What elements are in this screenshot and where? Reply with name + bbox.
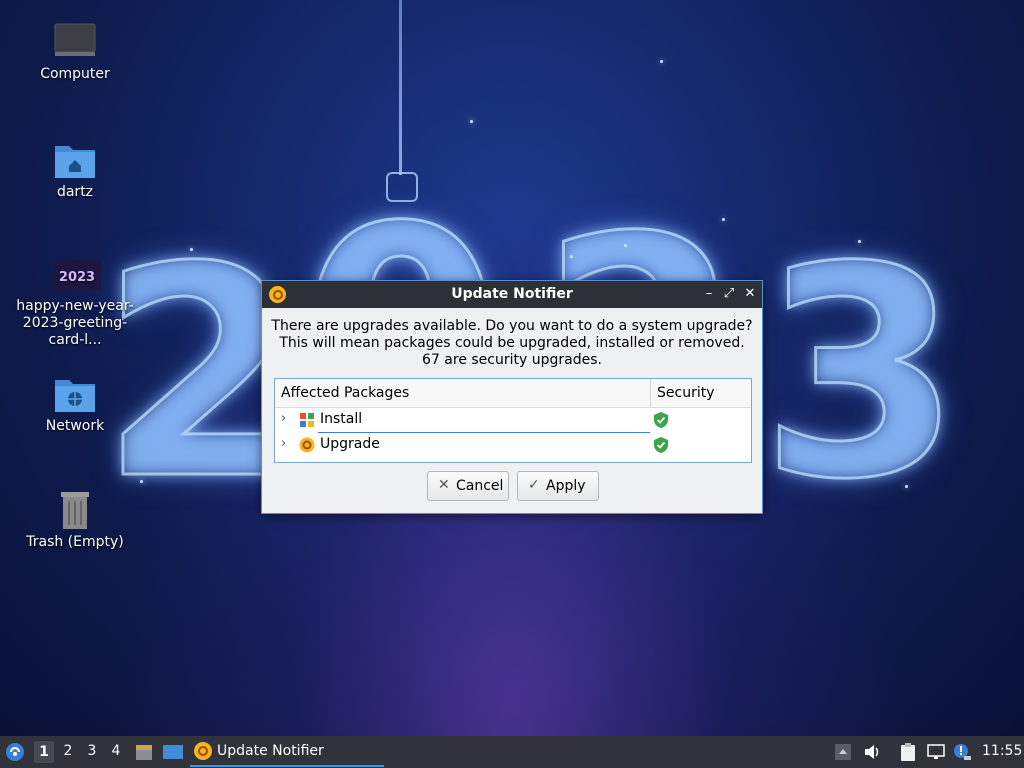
network-folder-icon xyxy=(53,374,97,414)
computer-icon xyxy=(53,22,97,62)
column-header-security[interactable]: Security xyxy=(657,385,715,401)
task-label: Update Notifier xyxy=(217,743,324,759)
desktop-icon-label: Trash (Empty) xyxy=(26,534,124,550)
sparkle xyxy=(190,248,193,251)
network-status-icon[interactable] xyxy=(926,742,946,762)
image-file-icon: 2023 xyxy=(53,258,101,294)
desktop-icon-trash[interactable]: Trash (Empty) xyxy=(10,490,140,551)
sparkle xyxy=(660,60,663,63)
clipboard-icon[interactable] xyxy=(898,742,918,762)
workspace-2[interactable]: 2 xyxy=(58,743,78,759)
desktop-icon-computer[interactable]: Computer xyxy=(10,22,140,83)
home-folder-icon xyxy=(53,140,97,180)
cancel-icon: ✕ xyxy=(438,477,450,493)
image-thumb-text: 2023 xyxy=(59,270,95,285)
minimize-button[interactable]: – xyxy=(700,285,718,303)
desktop-icon-image-file[interactable]: 2023 happy-new-year-2023-greeting-card-l… xyxy=(10,258,140,349)
maximize-button[interactable]: ⤢ xyxy=(720,285,738,303)
column-header-packages[interactable]: Affected Packages xyxy=(281,385,409,401)
taskbar-task-update-notifier[interactable]: Update Notifier xyxy=(190,739,384,767)
cancel-label: Cancel xyxy=(456,478,504,494)
workspace-1[interactable]: 1 xyxy=(34,741,54,763)
desktop-icon-network[interactable]: Network xyxy=(10,374,140,435)
sparkle xyxy=(570,255,573,258)
expand-arrow-icon[interactable]: › xyxy=(281,436,286,451)
sparkle xyxy=(470,120,473,123)
trash-icon xyxy=(53,490,97,530)
expand-arrow-icon[interactable]: › xyxy=(281,411,286,426)
workspace-4[interactable]: 4 xyxy=(106,743,126,759)
install-icon xyxy=(299,412,315,428)
desktop-icon-label: happy-new-year-2023-greeting-card-l... xyxy=(16,298,134,348)
sparkle xyxy=(722,218,725,221)
desktop-icon-label: Computer xyxy=(40,66,110,82)
desktop-icon-label: Network xyxy=(45,418,105,434)
close-button[interactable]: ✕ xyxy=(741,285,759,303)
sparkle xyxy=(624,244,627,247)
desktop-icon-label: dartz xyxy=(56,184,94,200)
update-notifier-icon xyxy=(194,742,212,760)
file-manager-icon[interactable] xyxy=(134,742,154,762)
tray-arrow-icon[interactable] xyxy=(834,742,854,762)
column-separator xyxy=(650,379,651,407)
message-line: There are upgrades available. Do you wan… xyxy=(271,318,753,334)
ornament-string xyxy=(399,0,402,175)
upgrade-icon xyxy=(299,437,315,453)
message-line: This will mean packages could be upgrade… xyxy=(279,335,745,351)
cancel-button[interactable]: ✕ Cancel xyxy=(427,471,509,501)
taskbar: 1 2 3 4 Update Notifier 11:55 xyxy=(0,736,1024,768)
update-available-icon[interactable] xyxy=(952,742,972,762)
checkmark-icon: ✓ xyxy=(528,477,540,493)
start-menu-icon[interactable] xyxy=(5,742,25,762)
packages-tree[interactable]: Affected Packages Security › Install › U… xyxy=(274,378,752,463)
sparkle xyxy=(140,480,143,483)
dialog-message: There are upgrades available. Do you wan… xyxy=(262,318,762,369)
message-line: 67 are security upgrades. xyxy=(422,352,602,368)
apply-button[interactable]: ✓ Apply xyxy=(517,471,599,501)
wallpaper-digit-3: 3 xyxy=(759,206,964,543)
tree-row-install[interactable]: › Install xyxy=(275,408,751,433)
dialog-titlebar[interactable]: Update Notifier – ⤢ ✕ xyxy=(262,281,762,308)
apply-label: Apply xyxy=(546,478,586,494)
shield-check-icon xyxy=(654,437,668,453)
volume-icon[interactable] xyxy=(862,742,882,762)
dialog-title: Update Notifier xyxy=(451,286,573,302)
row-label-upgrade: Upgrade xyxy=(320,436,380,452)
tree-row-upgrade[interactable]: › Upgrade xyxy=(275,433,751,458)
show-desktop-icon[interactable] xyxy=(162,742,183,762)
sparkle xyxy=(858,240,861,243)
row-label-install: Install xyxy=(320,411,363,427)
update-notifier-dialog: Update Notifier – ⤢ ✕ There are upgrades… xyxy=(261,280,763,514)
clock[interactable]: 11:55 xyxy=(982,743,1022,759)
desktop-icon-home[interactable]: dartz xyxy=(10,140,140,201)
workspace-3[interactable]: 3 xyxy=(82,743,102,759)
tree-header: Affected Packages Security xyxy=(275,379,751,408)
sparkle xyxy=(905,485,908,488)
shield-check-icon xyxy=(654,412,668,428)
